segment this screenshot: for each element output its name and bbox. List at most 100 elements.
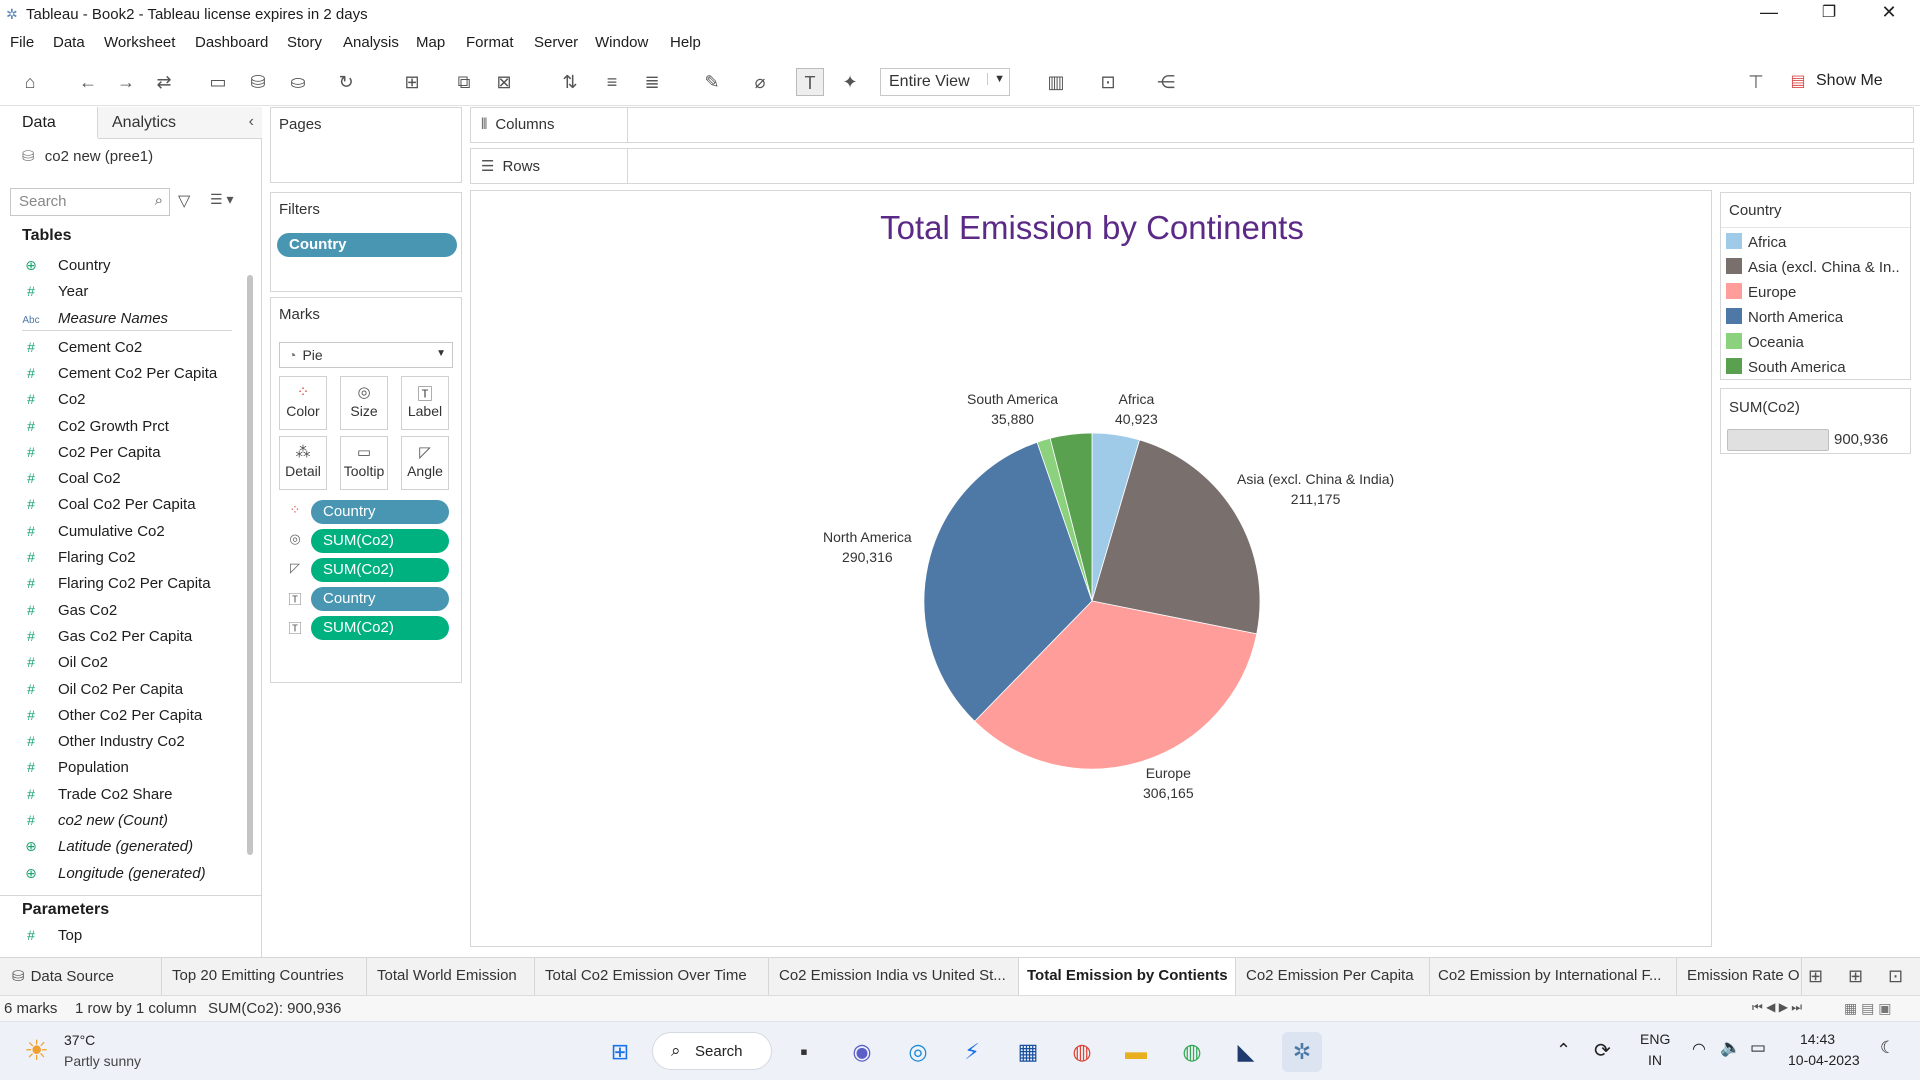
field-item[interactable]: # Cement Co2 xyxy=(22,339,142,361)
field-item[interactable]: ⊕ Longitude (generated) xyxy=(22,865,206,887)
tab-top-20-emitting[interactable]: Top 20 Emitting Countries xyxy=(162,958,367,996)
legend-item[interactable]: North America xyxy=(1726,308,1843,330)
filter-pill-country[interactable]: Country xyxy=(277,233,457,257)
color-button[interactable]: ⁘ Color xyxy=(279,376,327,430)
pages-card[interactable]: Pages xyxy=(270,107,462,183)
view-mode-icons[interactable]: ▦ ▤ ▣ xyxy=(1844,1000,1891,1017)
chevron-up-icon[interactable]: ⌃ xyxy=(1556,1040,1571,1061)
parameter-item[interactable]: # Top xyxy=(22,927,82,949)
search-input[interactable]: Search ⌕ xyxy=(10,188,170,216)
color-legend[interactable]: Country Africa Asia (excl. China & In.. Eu… xyxy=(1720,192,1911,380)
edge-icon[interactable]: ◎ xyxy=(898,1032,938,1072)
power-automate-icon[interactable]: ⚡ xyxy=(952,1032,992,1072)
filters-card[interactable]: Filters Country xyxy=(270,192,462,292)
legend-item[interactable]: Oceania xyxy=(1726,333,1804,355)
field-item[interactable]: ⊕ Country xyxy=(22,257,110,279)
mark-pill-country-color[interactable]: Country xyxy=(311,500,449,524)
size-legend[interactable]: SUM(Co2) 900,936 xyxy=(1720,388,1911,454)
tab-data-source[interactable]: ⛁ Data Source xyxy=(0,958,162,996)
field-item[interactable]: Abc Measure Names xyxy=(22,310,168,332)
sync-icon[interactable]: ⟳ xyxy=(1594,1038,1611,1063)
field-item[interactable]: # Other Co2 Per Capita xyxy=(22,707,202,729)
highlight-icon[interactable]: ✎ xyxy=(698,68,726,96)
tableau-taskbar-icon[interactable]: ✲ xyxy=(1282,1032,1322,1072)
chrome-icon[interactable]: ◍ xyxy=(1062,1032,1102,1072)
legend-item[interactable]: Asia (excl. China & In.. xyxy=(1726,258,1900,280)
notifications-icon[interactable]: ☾ xyxy=(1880,1038,1895,1058)
menu-analysis[interactable]: Analysis xyxy=(343,34,399,51)
tab-total-co2-over-time[interactable]: Total Co2 Emission Over Time xyxy=(535,958,769,996)
menu-story[interactable]: Story xyxy=(287,34,322,51)
field-item[interactable]: # Coal Co2 xyxy=(22,470,120,492)
save-icon[interactable]: ▭ xyxy=(204,68,232,96)
show-me-button[interactable]: Show Me xyxy=(1816,72,1883,90)
pause-updates-icon[interactable]: ⛀ xyxy=(284,68,312,96)
new-worksheet-icon[interactable]: ⊞ xyxy=(398,68,426,96)
sort-ascending-icon[interactable]: ≡ xyxy=(598,68,626,96)
region-code[interactable]: IN xyxy=(1648,1052,1662,1068)
sheet-nav-icons[interactable]: ⏮ ◀ ▶ ⏭ xyxy=(1752,1000,1802,1015)
refresh-icon[interactable]: ↻ xyxy=(332,68,360,96)
volume-icon[interactable]: 🔈 xyxy=(1720,1038,1741,1058)
tab-total-emission-by-contients[interactable]: Total Emission by Contients xyxy=(1019,958,1236,996)
size-button[interactable]: ◎ Size xyxy=(340,376,388,430)
tab-co2-per-capita[interactable]: Co2 Emission Per Capita xyxy=(1236,958,1430,996)
field-item[interactable]: # Oil Co2 Per Capita xyxy=(22,681,183,703)
field-item[interactable]: # Flaring Co2 xyxy=(22,549,135,571)
show-me-icon[interactable]: ▤ xyxy=(1784,68,1812,96)
swap-icon[interactable]: ⇅ xyxy=(556,68,584,96)
menu-worksheet[interactable]: Worksheet xyxy=(104,34,175,51)
presentation-icon[interactable]: ⊡ xyxy=(1094,68,1122,96)
field-item[interactable]: # Gas Co2 xyxy=(22,602,117,624)
field-item[interactable]: # Co2 Per Capita xyxy=(22,444,160,466)
clear-sheet-icon[interactable]: ⊠ xyxy=(490,68,518,96)
share-icon[interactable]: ⋲ xyxy=(1152,68,1180,96)
fit-dropdown[interactable]: Entire View ▼ xyxy=(880,68,1010,96)
field-item[interactable]: # co2 new (Count) xyxy=(22,812,168,834)
language-code[interactable]: ENG xyxy=(1640,1031,1670,1047)
field-item[interactable]: # Year xyxy=(22,283,88,305)
pie-chart[interactable] xyxy=(471,191,1713,948)
columns-shelf[interactable]: ⫴ Columns xyxy=(470,107,1914,143)
undo-icon[interactable]: ← xyxy=(74,68,102,96)
home-icon[interactable]: ⌂ xyxy=(16,68,44,96)
menu-server[interactable]: Server xyxy=(534,34,578,51)
menu-map[interactable]: Map xyxy=(416,34,445,51)
task-view-icon[interactable]: ▪ xyxy=(784,1032,824,1072)
legend-item[interactable]: Africa xyxy=(1726,233,1786,255)
view-options-icon[interactable]: ☰ ▾ xyxy=(210,191,233,208)
chrome-profile-icon[interactable]: ◍ xyxy=(1172,1032,1212,1072)
new-story-icon[interactable]: ⊡ xyxy=(1888,966,1903,987)
field-item[interactable]: # Co2 Growth Prct xyxy=(22,418,169,440)
legend-item[interactable]: Europe xyxy=(1726,283,1796,305)
tab-data[interactable]: Data xyxy=(0,107,98,139)
field-item[interactable]: # Co2 xyxy=(22,391,85,413)
tooltip-button[interactable]: ▭ Tooltip xyxy=(340,436,388,490)
legend-item[interactable]: South America xyxy=(1726,358,1846,380)
filter-icon[interactable]: ▽ xyxy=(178,191,190,211)
fix-axes-icon[interactable]: ✦ xyxy=(836,68,864,96)
mark-type-dropdown[interactable]: ◔ Pie ▼ xyxy=(279,342,453,368)
menu-window[interactable]: Window xyxy=(595,34,648,51)
sort-descending-icon[interactable]: ≣ xyxy=(638,68,666,96)
sql-app-icon[interactable]: ◣ xyxy=(1226,1032,1266,1072)
mark-pill-sum-co2-angle[interactable]: SUM(Co2) xyxy=(311,558,449,582)
mark-pill-sum-co2-size[interactable]: SUM(Co2) xyxy=(311,529,449,553)
field-item[interactable]: # Flaring Co2 Per Capita xyxy=(22,575,210,597)
field-item[interactable]: # Gas Co2 Per Capita xyxy=(22,628,192,650)
new-dashboard-icon[interactable]: ⊞ xyxy=(1848,966,1863,987)
field-item[interactable]: # Other Industry Co2 xyxy=(22,733,185,755)
menu-format[interactable]: Format xyxy=(466,34,514,51)
new-datasource-icon[interactable]: ⛁ xyxy=(244,68,272,96)
cards-icon[interactable]: ▥ xyxy=(1042,68,1070,96)
minimize-button[interactable]: — xyxy=(1746,2,1792,28)
angle-button[interactable]: ◸ Angle xyxy=(401,436,449,490)
tab-emission-rate[interactable]: Emission Rate O xyxy=(1677,958,1802,996)
store-icon[interactable]: ▦ xyxy=(1008,1032,1048,1072)
clock-date[interactable]: 10-04-2023 xyxy=(1788,1052,1860,1068)
wifi-icon[interactable]: ◠ xyxy=(1692,1039,1706,1059)
field-item[interactable]: # Cement Co2 Per Capita xyxy=(22,365,217,387)
collapse-pane-icon[interactable]: ‹ xyxy=(249,113,254,131)
tab-co2-international[interactable]: Co2 Emission by International F... xyxy=(1430,958,1677,996)
tab-analytics[interactable]: Analytics ‹ xyxy=(98,107,262,139)
